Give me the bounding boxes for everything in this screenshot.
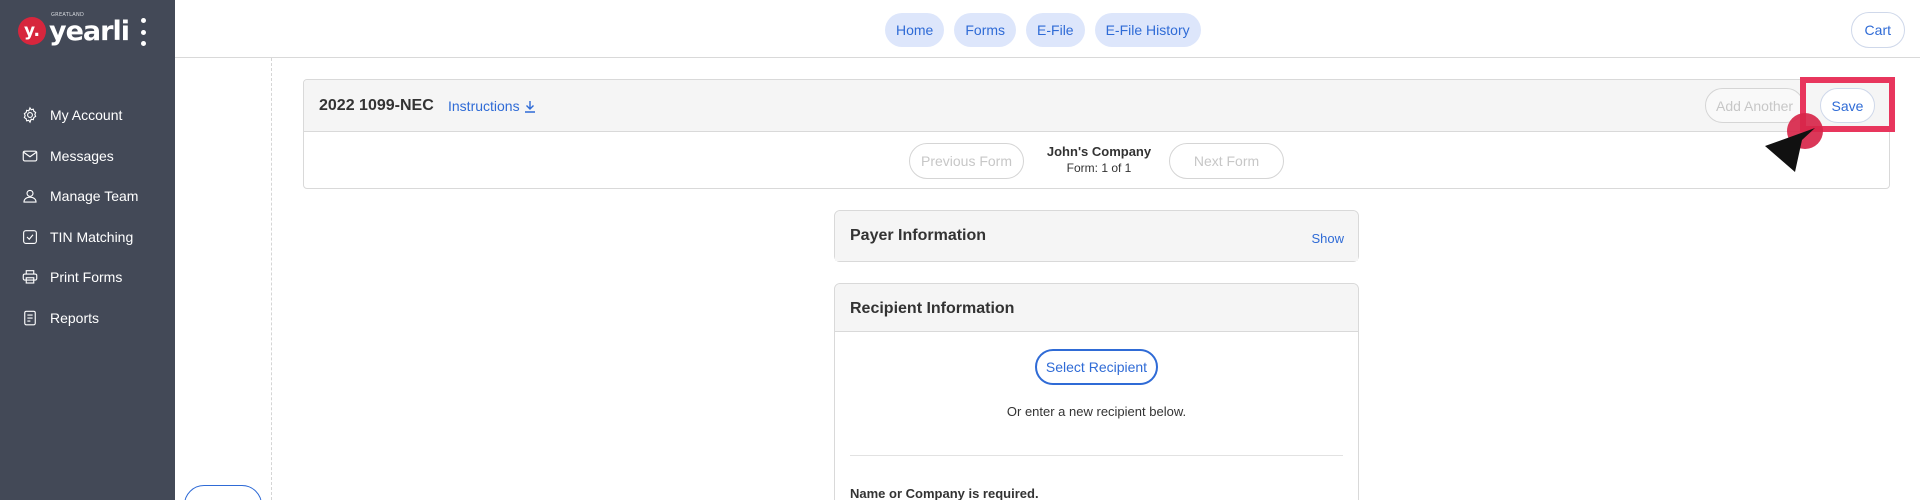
cart-button[interactable]: Cart xyxy=(1850,12,1905,48)
payer-panel: Payer Information Show xyxy=(834,210,1359,262)
gear-icon xyxy=(20,105,40,125)
printer-icon xyxy=(20,267,40,287)
logo-subtext: GREATLAND xyxy=(51,11,85,18)
form-pager: Previous Form John's Company Form: 1 of … xyxy=(304,132,1889,188)
envelope-icon xyxy=(20,146,40,166)
previous-form-button[interactable]: Previous Form xyxy=(909,143,1024,179)
sidebar-item-label: Print Forms xyxy=(50,269,123,286)
logo-text: GREATLAND yearli xyxy=(49,12,130,47)
instructions-link[interactable]: Instructions xyxy=(448,98,536,114)
sidebar-item-my-account[interactable]: My Account xyxy=(0,95,175,136)
download-icon xyxy=(524,100,535,113)
or-enter-text: Or enter a new recipient below. xyxy=(1006,404,1187,419)
payer-title: Payer Information xyxy=(850,227,987,244)
sidebar-nav: My Account Messages Manage Team TIN Matc… xyxy=(0,95,175,338)
sidebar-item-messages[interactable]: Messages xyxy=(0,136,175,177)
recipient-panel: Recipient Information Select Recipient O… xyxy=(834,283,1359,500)
sidebar-item-label: Messages xyxy=(50,147,114,164)
user-icon xyxy=(20,186,40,206)
collapse-button[interactable] xyxy=(184,485,262,500)
next-form-button[interactable]: Next Form xyxy=(1169,143,1284,179)
top-bar: Home Forms E-File E-File History Cart xyxy=(175,0,1920,58)
nav-e-file[interactable]: E-File xyxy=(1026,13,1085,47)
sidebar-item-label: Reports xyxy=(50,309,100,326)
sidebar-item-label: Manage Team xyxy=(50,188,139,205)
form-title: 2022 1099-NEC xyxy=(319,97,434,114)
divider xyxy=(850,455,1343,456)
recipient-header: Recipient Information xyxy=(835,284,1358,332)
document-icon xyxy=(20,308,40,328)
nav-forms[interactable]: Forms xyxy=(954,13,1017,47)
sidebar-item-tin-matching[interactable]: TIN Matching xyxy=(0,217,175,258)
payer-header: Payer Information Show xyxy=(835,211,1358,261)
save-button[interactable]: Save xyxy=(1820,88,1875,123)
more-menu-icon[interactable] xyxy=(137,18,149,46)
form-count: Form: 1 of 1 xyxy=(1066,161,1132,175)
logo-wordmark: yearli xyxy=(49,15,130,47)
sidebar-item-label: My Account xyxy=(50,107,123,124)
form-indicator: John's Company Form: 1 of 1 xyxy=(1044,144,1154,175)
check-square-icon xyxy=(20,227,40,247)
sidebar: y. GREATLAND yearli My Account Messages … xyxy=(0,0,175,500)
select-recipient-button[interactable]: Select Recipient xyxy=(1035,349,1158,385)
logo[interactable]: y. GREATLAND yearli xyxy=(18,12,130,47)
payer-show-link[interactable]: Show xyxy=(1311,231,1344,246)
sidebar-item-print-forms[interactable]: Print Forms xyxy=(0,257,175,298)
company-name: John's Company xyxy=(1046,144,1152,159)
sidebar-item-manage-team[interactable]: Manage Team xyxy=(0,176,175,217)
top-nav: Home Forms E-File E-File History xyxy=(885,13,1201,47)
nav-home[interactable]: Home xyxy=(885,13,945,47)
nav-e-file-history[interactable]: E-File History xyxy=(1094,13,1201,47)
sidebar-item-label: TIN Matching xyxy=(50,228,134,245)
required-message: Name or Company is required. xyxy=(850,486,1039,500)
sidebar-item-reports[interactable]: Reports xyxy=(0,298,175,339)
form-card: 2022 1099-NEC Instructions Add Another S… xyxy=(303,79,1890,189)
content-divider xyxy=(271,58,272,500)
logo-badge: y. xyxy=(18,17,46,45)
instructions-label: Instructions xyxy=(448,98,520,114)
add-another-button[interactable]: Add Another xyxy=(1705,88,1805,123)
form-header: 2022 1099-NEC Instructions Add Another S… xyxy=(304,80,1889,132)
recipient-title: Recipient Information xyxy=(850,300,1015,317)
